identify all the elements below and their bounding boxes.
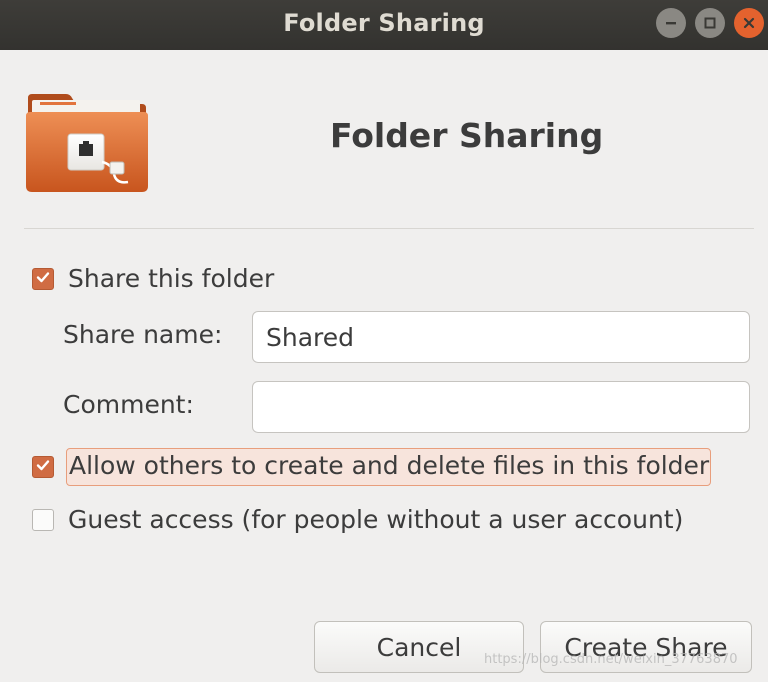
comment-input[interactable] [252,381,750,433]
allow-others-label: Allow others to create and delete files … [66,448,712,486]
share-folder-label: Share this folder [68,264,275,293]
window-title: Folder Sharing [283,9,485,37]
close-icon [742,16,756,30]
header-divider [24,228,754,229]
folder-sharing-dialog: Folder Sharing Folder Sharing Share this… [0,0,768,682]
guest-access-option[interactable]: Guest access (for people without a user … [32,505,683,534]
guest-access-checkbox[interactable] [32,508,54,531]
minimize-icon [664,16,678,30]
shared-folder-icon [24,92,150,196]
comment-label: Comment: [63,390,194,419]
minimize-button[interactable] [656,8,686,38]
watermark-text: https://blog.csdn.net/weixin_37763870 [484,652,738,667]
share-name-label: Share name: [63,320,223,349]
guest-access-label: Guest access (for people without a user … [68,505,684,534]
allow-others-checkbox[interactable] [32,456,54,478]
dialog-heading: Folder Sharing [330,116,604,155]
share-name-input[interactable] [252,311,750,363]
checkmark-icon [35,269,51,289]
close-button[interactable] [734,8,764,38]
share-folder-option[interactable]: Share this folder [32,264,274,293]
title-bar[interactable]: Folder Sharing [0,0,768,50]
share-folder-checkbox[interactable] [32,267,54,290]
maximize-button[interactable] [695,8,725,38]
checkmark-icon [35,457,51,477]
maximize-icon [703,16,717,30]
allow-others-option[interactable]: Allow others to create and delete files … [32,448,712,486]
